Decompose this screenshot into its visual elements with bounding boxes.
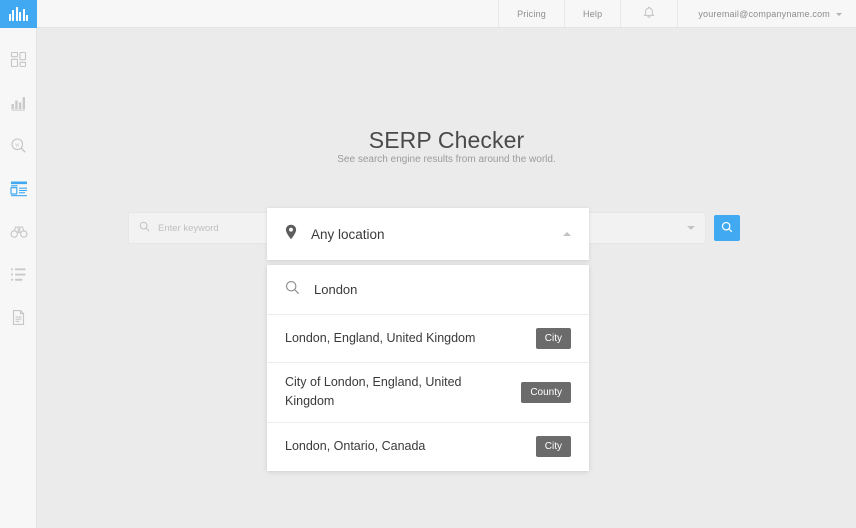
location-result-name: London, Ontario, Canada	[285, 439, 426, 454]
sidebar-item-rank-tracker[interactable]	[0, 81, 37, 124]
audio-bars-logo-icon	[8, 7, 29, 21]
sidebar-item-link-list[interactable]	[0, 253, 37, 296]
status-badge: City	[535, 436, 571, 458]
header-link-help[interactable]: Help	[564, 0, 620, 27]
search-submit-button[interactable]	[714, 215, 740, 241]
location-dropdown: Any location London London, England, Uni…	[267, 208, 589, 471]
location-selected-label: Any location	[311, 226, 385, 242]
svg-text:w: w	[15, 142, 19, 148]
sidebar: w	[0, 0, 37, 528]
location-search-input[interactable]: London	[267, 265, 589, 315]
sidebar-item-dashboard[interactable]	[0, 38, 37, 81]
chevron-down-icon	[687, 226, 695, 230]
main-content: SERP Checker See search engine results f…	[37, 28, 856, 528]
search-icon	[721, 221, 733, 236]
list-item[interactable]: City of London, England, United Kingdom …	[267, 363, 589, 423]
dashboard-grid-icon	[10, 51, 27, 68]
list-item[interactable]: London, England, United Kingdom City	[267, 315, 589, 363]
status-badge: City	[535, 328, 571, 349]
keyword-placeholder: Enter keyword	[158, 222, 219, 234]
keyword-magnifier-icon: w	[10, 137, 27, 154]
top-header: Pricing Help youremail@companyname.com	[37, 0, 856, 28]
user-email-label: youremail@companyname.com	[698, 8, 830, 19]
bell-icon	[643, 6, 655, 21]
location-search-value: London	[314, 282, 358, 297]
location-result-name: London, England, United Kingdom	[285, 330, 476, 345]
notifications-button[interactable]	[620, 0, 677, 27]
sidebar-item-keyword-finder[interactable]: w	[0, 124, 37, 167]
list-item[interactable]: London, Ontario, Canada City	[267, 423, 589, 471]
keyword-input[interactable]: Enter keyword	[128, 212, 270, 244]
pricing-label: Pricing	[517, 8, 546, 19]
app-root: w Pricing Help youremail@companyname.com…	[0, 0, 856, 528]
sidebar-item-serp-checker[interactable]	[0, 167, 37, 210]
sidebar-item-serp-watcher[interactable]	[0, 210, 37, 253]
sidebar-nav: w	[0, 38, 36, 339]
binoculars-icon	[9, 223, 28, 240]
status-badge: County	[521, 381, 571, 403]
chevron-up-icon	[563, 232, 571, 236]
search-icon	[139, 219, 150, 237]
location-results-panel: London London, England, United Kingdom C…	[267, 265, 589, 471]
browser-window-icon	[9, 180, 28, 197]
chevron-down-icon	[836, 12, 842, 16]
page-title: SERP Checker	[368, 127, 525, 154]
app-logo[interactable]	[0, 0, 37, 28]
search-icon	[285, 280, 300, 300]
map-pin-icon	[285, 224, 297, 245]
header-link-pricing[interactable]: Pricing	[498, 0, 564, 27]
list-icon	[10, 266, 27, 283]
sidebar-item-reports[interactable]	[0, 296, 37, 339]
help-label: Help	[583, 8, 603, 19]
page-subtitle: See search engine results from around th…	[337, 154, 556, 165]
location-result-name: City of London, England, United Kingdom	[285, 375, 462, 409]
user-menu[interactable]: youremail@companyname.com	[677, 0, 856, 27]
location-dropdown-toggle[interactable]: Any location	[267, 208, 589, 260]
document-icon	[10, 309, 27, 326]
bar-chart-icon	[10, 94, 27, 111]
